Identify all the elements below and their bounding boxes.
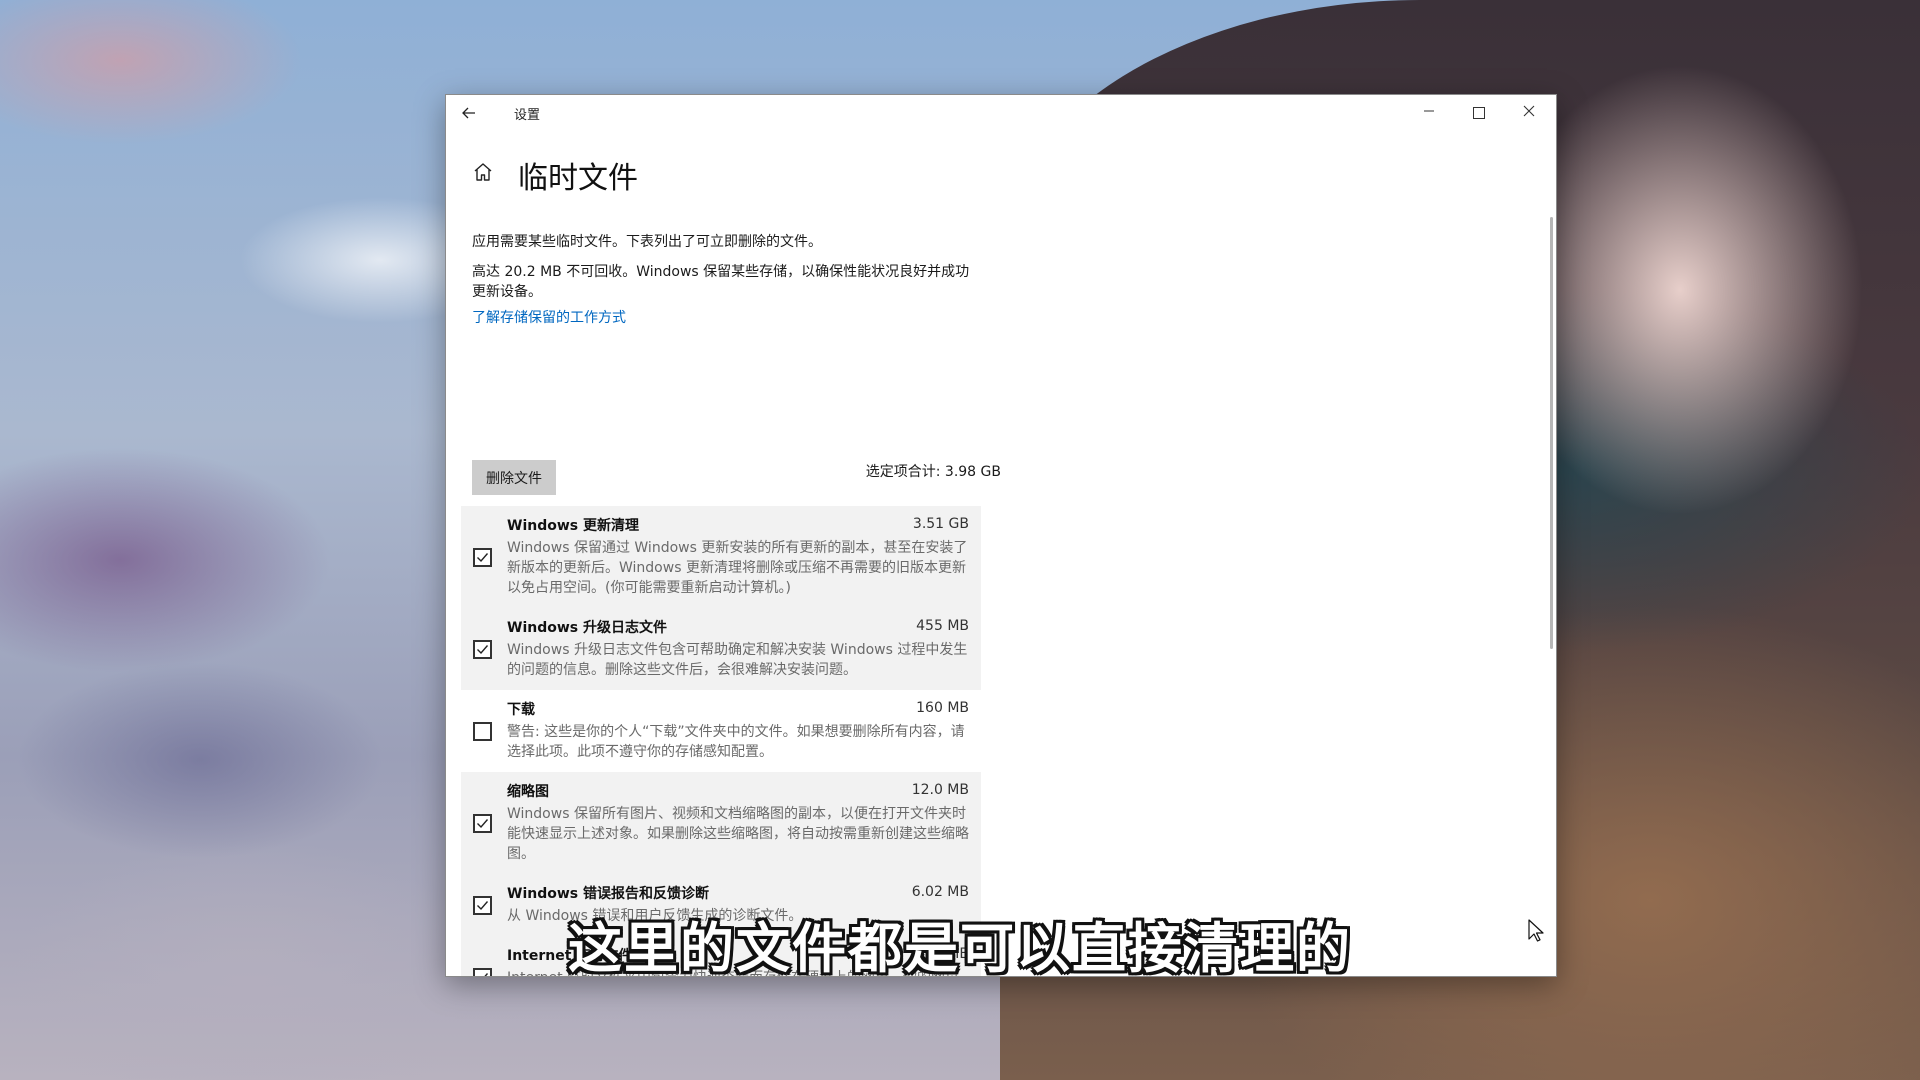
item-description: Windows 保留通过 Windows 更新安装的所有更新的副本，甚至在安装了… [507, 540, 968, 596]
item-name: Windows 更新清理 [507, 518, 639, 534]
checkmark-icon [477, 644, 489, 654]
item-description: 警告: 这些是你的个人“下载”文件夹中的文件。如果想要删除所有内容，请选择此项。… [507, 724, 965, 760]
vertical-scrollbar[interactable] [1550, 217, 1553, 649]
item-checkbox[interactable] [473, 721, 492, 741]
minimize-icon [1424, 110, 1434, 112]
item-description: Windows 升级日志文件包含可帮助确定和解决安装 Windows 过程中发生… [507, 642, 968, 678]
item-checkbox[interactable] [473, 639, 492, 659]
item-name: Windows 升级日志文件 [507, 620, 667, 636]
list-item[interactable]: Windows 升级日志文件 455 MB Windows 升级日志文件包含可帮助确… [461, 608, 981, 690]
item-name: 缩略图 [507, 784, 549, 800]
item-size: 160 MB [916, 700, 969, 716]
maximize-button[interactable] [1454, 95, 1504, 131]
checkmark-icon [477, 818, 489, 828]
minimize-button[interactable] [1404, 95, 1454, 131]
selected-total: 选定项合计: 3.98 GB [865, 464, 1001, 480]
item-description: Windows 保留所有图片、视频和文档缩略图的副本，以便在打开文件夹时能快速显… [507, 806, 969, 862]
arrow-left-icon [462, 107, 475, 119]
close-icon [1523, 105, 1535, 117]
learn-storage-reserve-link[interactable]: 了解存储保留的工作方式 [472, 307, 626, 327]
item-name: Windows 错误报告和反馈诊断 [507, 886, 709, 902]
intro-text: 应用需要某些临时文件。下表列出了可立即删除的文件。 [472, 234, 822, 250]
item-checkbox[interactable] [473, 813, 492, 833]
close-button[interactable] [1504, 95, 1554, 131]
item-name: 下载 [507, 702, 535, 718]
list-item[interactable]: 缩略图 12.0 MB Windows 保留所有图片、视频和文档缩略图的副本，以便在… [461, 772, 981, 874]
settings-window: 设置 临时文件 应用需要某些临时文件。下表列出了可立即删除的文件。 高达 20.… [445, 94, 1557, 977]
list-item[interactable]: Windows 更新清理 3.51 GB Windows 保留通过 Windows … [461, 506, 981, 608]
list-item[interactable]: 下载 160 MB 警告: 这些是你的个人“下载”文件夹中的文件。如果想要删除所有内… [461, 690, 981, 772]
page-title: 临时文件 [518, 161, 638, 196]
video-subtitle: 这里的文件都是可以直接清理的 [568, 917, 1352, 980]
home-icon[interactable] [472, 161, 494, 183]
checkmark-icon [477, 552, 489, 562]
item-size: 3.51 GB [912, 516, 969, 532]
item-size: 12.0 MB [911, 782, 969, 798]
delete-files-button[interactable]: 删除文件 [472, 460, 556, 495]
maximize-icon [1473, 107, 1485, 119]
back-button[interactable] [456, 101, 482, 125]
window-title: 设置 [514, 108, 541, 123]
reserved-storage-text: 高达 20.2 MB 不可回收。Windows 保留某些存储，以确保性能状况良好… [472, 264, 970, 300]
title-bar: 设置 [446, 95, 1556, 131]
item-size: 6.02 MB [911, 884, 969, 900]
item-size: 455 MB [916, 618, 969, 634]
item-checkbox[interactable] [473, 547, 492, 567]
